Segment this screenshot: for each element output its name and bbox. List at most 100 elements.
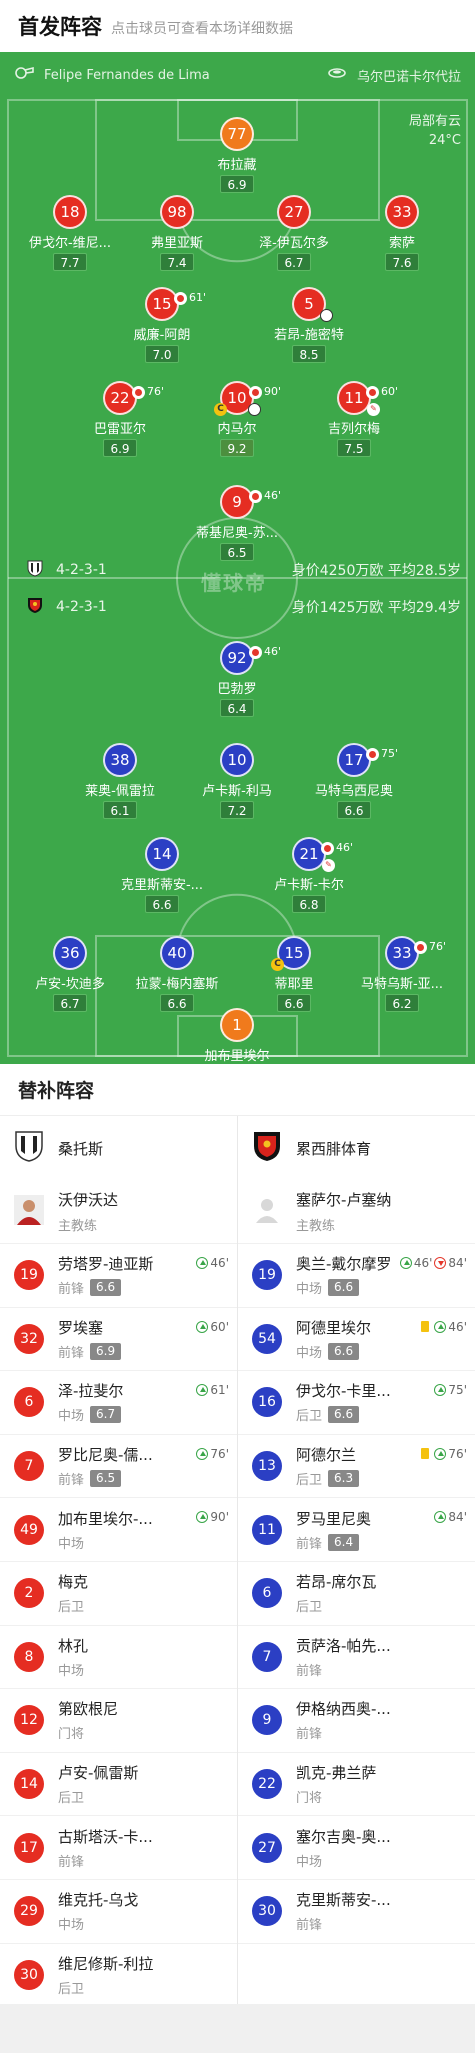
player-name: 维克托-乌戈 — [58, 1891, 139, 1910]
away-player[interactable]: 1加布里埃尔7.0 — [177, 1008, 297, 1064]
player-rating: 6.7 — [90, 1406, 122, 1424]
player-name: 伊格纳西奥-... — [296, 1700, 391, 1719]
sub-player-row[interactable]: 30 克里斯蒂安-... 前锋 — [238, 1880, 475, 1944]
shirt-number: 22 — [252, 1769, 282, 1800]
sub-player-row[interactable]: 19 奥兰-戴尔摩罗 中场 6.6 46' 84' — [238, 1244, 475, 1308]
sub-player-row[interactable]: 54 阿德里埃尔 中场 6.6 46' — [238, 1308, 475, 1372]
home-team-header[interactable]: 桑托斯 — [0, 1116, 237, 1180]
player-name: 索萨 — [388, 236, 415, 251]
away-player[interactable]: 40 拉蒙-梅内塞斯 6.6 — [117, 936, 237, 1012]
sub-player-row[interactable]: 32 罗埃塞 前锋 6.9 60' — [0, 1308, 237, 1372]
sub-player-row[interactable]: 11 罗马里尼奥 前锋 6.4 84' — [238, 1498, 475, 1562]
sport-recife-crest-icon — [26, 596, 44, 618]
player-rating: 6.2 — [385, 994, 419, 1012]
home-player[interactable]: 33 索萨 7.6 — [342, 195, 462, 271]
player-name: 劳塔罗-迪亚斯 — [58, 1255, 154, 1274]
sub-player-row[interactable]: 2 梅克 后卫 — [0, 1562, 237, 1626]
shirt-number: 98 — [160, 195, 194, 229]
home-player[interactable]: 22 76' 巴雷亚尔 6.9 — [60, 381, 180, 457]
player-rating: 6.5 — [90, 1470, 122, 1488]
sub-player-row[interactable]: 8 林孔 中场 — [0, 1626, 237, 1690]
sub-player-row[interactable]: 9 伊格纳西奥-... 前锋 — [238, 1689, 475, 1753]
player-name: 伊戈尔-维尼... — [28, 236, 112, 251]
home-player[interactable]: 27 泽-伊瓦尔多 6.7 — [234, 195, 354, 271]
sub-out-icon — [414, 940, 427, 954]
player-position: 中场 — [296, 1345, 323, 1361]
away-coach[interactable]: 塞萨尔-卢塞纳 主教练 — [238, 1180, 475, 1244]
player-name: 奥兰-戴尔摩罗 — [296, 1255, 392, 1274]
home-player[interactable]: 11 60' ✎ 吉列尔梅 7.5 — [294, 381, 414, 457]
sub-player-row[interactable]: 49 加布里埃尔-... 中场 90' — [0, 1498, 237, 1562]
sub-player-row[interactable]: 27 塞尔吉奥-奥... 中场 — [238, 1816, 475, 1880]
home-player[interactable]: 5 若昂-施密特 8.5 — [249, 287, 369, 363]
away-player[interactable]: 33 76' 马特乌斯-亚... 6.2 — [342, 936, 462, 1012]
sub-player-row[interactable]: 22 凯克-弗兰萨 门将 — [238, 1753, 475, 1817]
home-player[interactable]: 15 61' 威廉-阿朗 7.0 — [102, 287, 222, 363]
player-name: 内马尔 — [217, 422, 257, 437]
away-player[interactable]: 21 46' ✎ 卢卡斯-卡尔 6.8 — [249, 837, 369, 913]
sub-player-row[interactable]: 7 罗比尼奥-儒... 前锋 6.5 76' — [0, 1435, 237, 1499]
away-player[interactable]: 92 46' 巴勃罗 6.4 — [177, 641, 297, 717]
shirt-number: 21 46' ✎ — [292, 837, 353, 872]
sub-player-row[interactable]: 14 卢安-佩雷斯 后卫 — [0, 1753, 237, 1817]
sport-recife-crest-icon — [252, 1130, 282, 1166]
sub-minute: 75' — [381, 747, 399, 760]
player-name: 阿德尔兰 — [296, 1446, 357, 1465]
shirt-number: 14 — [14, 1769, 44, 1800]
player-name: 布拉藏 — [217, 158, 257, 173]
sub-player-row[interactable]: 19 劳塔罗-迪亚斯 前锋 6.6 46' — [0, 1244, 237, 1308]
player-position-row: 前锋 6.9 — [58, 1342, 168, 1361]
player-position: 后卫 — [296, 1600, 323, 1616]
away-player[interactable]: 38 莱奥-佩雷拉 6.1 — [60, 743, 180, 819]
sub-player-row[interactable]: 13 阿德尔兰 后卫 6.3 76' — [238, 1435, 475, 1499]
shirt-number: 10 — [220, 743, 254, 777]
away-team-header[interactable]: 累西腓体育 — [238, 1116, 475, 1180]
home-player[interactable]: 98 弗里亚斯 7.4 — [117, 195, 237, 271]
sub-player-row[interactable]: 30 维尼修斯-利拉 后卫 — [0, 1944, 237, 2008]
referee-name: Felipe Fernandes de Lima — [44, 67, 210, 83]
home-player[interactable]: 10 90' C 内马尔 9.2 — [177, 381, 297, 457]
away-player[interactable]: 15 C 蒂耶里 6.6 — [234, 936, 354, 1012]
sub-events: 46' 84' — [399, 1256, 467, 1270]
player-position: 中场 — [58, 1536, 85, 1552]
sub-player-row[interactable]: 17 古斯塔沃-卡... 前锋 — [0, 1816, 237, 1880]
shirt-number: 12 — [14, 1705, 44, 1736]
away-player[interactable]: 17 75' 马特乌西尼奥 6.6 — [294, 743, 414, 819]
player-name: 卢安-佩雷斯 — [58, 1764, 139, 1783]
away-player[interactable]: 36 卢安-坎迪多 6.7 — [10, 936, 130, 1012]
shirt-number: 11 — [252, 1514, 282, 1545]
santos-crest-icon — [26, 559, 44, 581]
home-coach[interactable]: 沃伊沃达 主教练 — [0, 1180, 237, 1244]
home-formation: 4-2-3-1 — [56, 562, 107, 578]
shirt-number: 49 — [14, 1514, 44, 1545]
sub-player-row[interactable]: 29 维克托-乌戈 中场 — [0, 1880, 237, 1944]
sub-player-row[interactable]: 16 伊戈尔-卡里... 后卫 6.6 75' — [238, 1371, 475, 1435]
away-player[interactable]: 14 克里斯蒂安-... 6.6 — [102, 837, 222, 913]
home-player[interactable]: 18 伊戈尔-维尼... 7.7 — [10, 195, 130, 271]
sub-minute: 46' — [336, 841, 354, 854]
shirt-number: 7 — [252, 1641, 282, 1672]
player-name: 加布里埃尔-... — [58, 1509, 153, 1528]
sub-player-row[interactable]: 12 第欧根尼 门将 — [0, 1689, 237, 1753]
sub-out-icon — [132, 385, 145, 399]
sub-player-row[interactable]: 6 泽-拉斐尔 中场 6.7 61' — [0, 1371, 237, 1435]
player-position: 后卫 — [58, 1981, 85, 1997]
player-name: 弗里亚斯 — [150, 236, 203, 251]
player-rating: 6.6 — [90, 1279, 122, 1297]
lineup-subtitle: 点击球员可查看本场详细数据 — [111, 20, 293, 37]
home-player[interactable]: 9 46' 蒂基尼奥-苏... 6.5 — [177, 485, 297, 561]
player-name: 若昂-席尔瓦 — [296, 1573, 377, 1592]
sub-player-row[interactable]: 7 贡萨洛-帕先... 前锋 — [238, 1626, 475, 1690]
away-team-name: 累西腓体育 — [296, 1139, 372, 1158]
player-name: 卢安-坎迪多 — [35, 977, 105, 992]
sub-out-indicator: 61' — [174, 283, 206, 313]
home-player[interactable]: 77 布拉藏 6.9 — [177, 117, 297, 193]
away-player[interactable]: 10 卢卡斯-利马 7.2 — [177, 743, 297, 819]
player-position-row: 中场 6.6 — [296, 1278, 406, 1297]
player-name: 梅克 — [58, 1573, 89, 1592]
player-name: 卢卡斯-利马 — [202, 784, 272, 799]
sub-player-row[interactable]: 6 若昂-席尔瓦 后卫 — [238, 1562, 475, 1626]
lineup-header: 首发阵容 点击球员可查看本场详细数据 — [0, 0, 475, 52]
captain-icon: C — [271, 958, 284, 971]
sub-out-icon — [174, 291, 187, 305]
